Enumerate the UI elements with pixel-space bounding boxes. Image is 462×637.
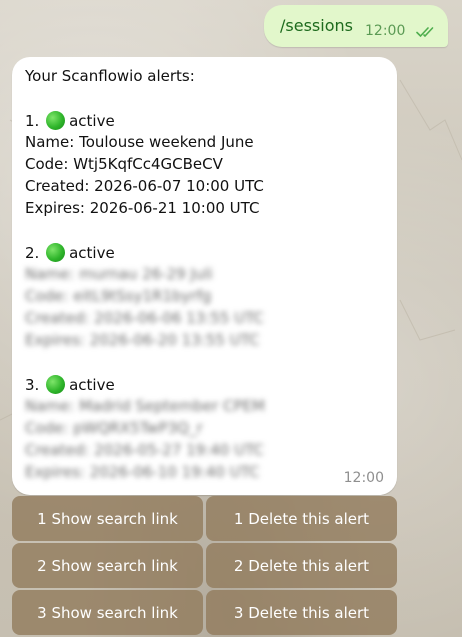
delete-alert-button-1[interactable]: 1 Delete this alert [206,496,397,541]
alert-3-code: Code: pWQRX5TwP3Q_r [25,419,203,437]
alert-2-expires: Expires: 2026-06-20 13:55 UTC [25,331,260,349]
show-search-link-button-2[interactable]: 2 Show search link [12,543,203,588]
alert-number: 2. [25,244,40,262]
alert-2-name: Name: murnau 26-29 Juli [25,265,213,283]
alert-3-created: Created: 2026-05-27 19:40 UTC [25,441,264,459]
alert-number: 1. [25,112,40,130]
delete-alert-button-3[interactable]: 3 Delete this alert [206,590,397,635]
alert-number: 3. [25,376,40,394]
alert-1-header: 1. active [25,111,115,130]
alert-status: active [69,376,115,394]
alert-1-name: Name: Toulouse weekend June [25,133,254,151]
delete-alert-button-2[interactable]: 2 Delete this alert [206,543,397,588]
alert-1-code: Code: Wtj5KqfCc4GCBeCV [25,155,223,173]
alerts-intro: Your Scanflowio alerts: [25,67,195,85]
green-circle-icon [46,243,66,262]
outgoing-message[interactable]: /sessions 12:00 [264,5,448,47]
alert-3-name: Name: Madrid September CPEM [25,397,265,415]
alert-1-created: Created: 2026-06-07 10:00 UTC [25,177,264,195]
double-check-icon [416,27,434,38]
show-search-link-button-1[interactable]: 1 Show search link [12,496,203,541]
show-search-link-button-3[interactable]: 3 Show search link [12,590,203,635]
alert-2-created: Created: 2026-06-06 13:55 UTC [25,309,264,327]
green-circle-icon [46,375,66,394]
incoming-message-time: 12:00 [343,470,384,486]
alert-3-expires: Expires: 2026-06-10 19:40 UTC [25,463,260,481]
alert-2-header: 2. active [25,243,115,262]
outgoing-message-time: 12:00 [365,23,406,39]
green-circle-icon [46,111,66,130]
alert-status: active [69,112,115,130]
alert-1-expires: Expires: 2026-06-21 10:00 UTC [25,199,260,217]
alert-3-header: 3. active [25,375,115,394]
alert-status: active [69,244,115,262]
incoming-message[interactable]: Your Scanflowio alerts: 1. active Name: … [12,57,397,495]
alert-2-code: Code: eitL9tSsy1R1byrfg [25,287,212,305]
outgoing-message-text: /sessions [280,16,353,35]
